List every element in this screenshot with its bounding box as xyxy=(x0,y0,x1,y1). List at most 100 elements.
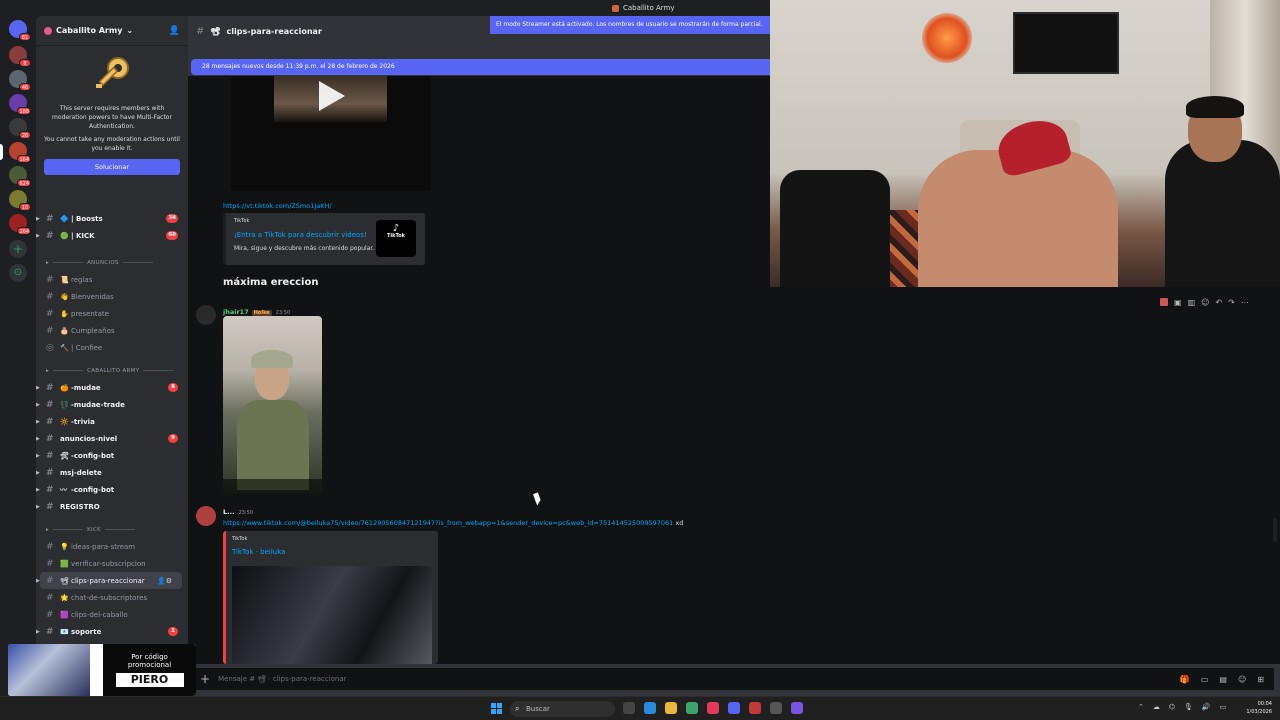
emoji-icon[interactable]: ☺ xyxy=(1238,675,1246,684)
message-link[interactable]: https://vt.tiktok.com/ZSmo1JaKH/ xyxy=(223,202,332,210)
horse-logo-sign xyxy=(922,13,972,63)
scrollbar[interactable] xyxy=(1273,518,1277,542)
message-link[interactable]: https://www.tiktok.com/@beiluka75/video/… xyxy=(223,519,673,527)
app-icon[interactable] xyxy=(707,702,719,714)
forward-icon[interactable]: ↷ xyxy=(1228,298,1235,307)
category-anuncios[interactable]: ▸ ANUNCIOS xyxy=(36,254,188,271)
battery-icon[interactable]: ▭ xyxy=(1220,703,1227,711)
category-kick[interactable]: ▸ KICK xyxy=(36,521,188,538)
server-icon[interactable]: 10 xyxy=(9,190,31,211)
message-composer[interactable]: + Mensaje # 📽 · clips-para-reaccionar 🎁 … xyxy=(194,668,1274,690)
music-note-icon: ♪ xyxy=(392,223,400,234)
category-caballito-army[interactable]: ▸ CABALLITO ARMY xyxy=(36,362,188,379)
badge: 46 xyxy=(19,83,31,91)
more-icon[interactable]: ⋯ xyxy=(1241,298,1249,307)
channel-cumpleanos[interactable]: # 🎂 Cumpleaños xyxy=(36,322,188,339)
channel-registro[interactable]: ▶ # REGISTRO xyxy=(36,498,188,515)
channel-bienvenidas[interactable]: # 👋 Bienvenidas xyxy=(36,288,188,305)
sticker-icon[interactable]: ▤ xyxy=(1219,675,1227,684)
channel-mudae[interactable]: ▶ # 🍊 -mudae 8 xyxy=(36,379,188,396)
server-icon[interactable]: 624 xyxy=(9,166,31,187)
channel-ideas[interactable]: # 💡 ideas-para-stream xyxy=(36,538,188,555)
channel-confiee[interactable]: ◎ 🔨 | Confiee xyxy=(36,339,188,356)
embed-title[interactable]: ¡Entra a TikTok para descubrir videos! xyxy=(234,231,367,239)
apps-icon[interactable]: ▥ xyxy=(1188,298,1196,307)
avatar[interactable] xyxy=(196,305,216,325)
add-member-icon[interactable]: 👤 xyxy=(169,26,180,36)
embed-provider: TikTok xyxy=(232,536,248,542)
server-icon[interactable]: 46 xyxy=(9,70,31,91)
username[interactable]: L... xyxy=(223,508,235,516)
volume-icon[interactable]: 🔊 xyxy=(1202,703,1211,711)
plus-icon[interactable]: + xyxy=(200,672,210,686)
channel-config-bot[interactable]: ▶ # 🛠 -config-bot xyxy=(36,447,188,464)
channel-trivia[interactable]: ▶ # 🔆 -trivia xyxy=(36,413,188,430)
app-icon[interactable] xyxy=(686,702,698,714)
reply-icon[interactable]: ↶ xyxy=(1215,298,1222,307)
timestamp: 23:50 xyxy=(238,510,253,516)
solucionar-button[interactable]: Solucionar xyxy=(44,159,180,175)
channel-clips-para-reaccionar[interactable]: ▶ # 📽 clips-para-reaccionar 👤⚙ xyxy=(36,572,182,589)
channel-msj-delete[interactable]: ▶ # msj-delete xyxy=(36,464,188,481)
server-icon[interactable]: 8 xyxy=(9,46,31,67)
avatar[interactable] xyxy=(196,506,216,526)
composer-placeholder[interactable]: Mensaje # 📽 · clips-para-reaccionar xyxy=(218,675,346,683)
channel-reglas[interactable]: # 📜 reglas xyxy=(36,271,188,288)
channel-anuncios-nivel[interactable]: ▶ # anuncios-nivel 9 xyxy=(36,430,188,447)
channel-chat-subs[interactable]: # 🌟 chat-de-subscriptores xyxy=(36,589,188,606)
username[interactable]: jhair17 xyxy=(223,308,249,316)
chevron-up-icon[interactable]: ⌃ xyxy=(1138,703,1144,711)
unread-badge: 9 xyxy=(168,434,178,443)
server-icon[interactable]: 264 xyxy=(9,214,31,235)
embed-title[interactable]: TikTok · beiluka xyxy=(232,548,285,556)
server-icon[interactable]: 164 xyxy=(9,142,31,163)
server-icon[interactable]: 26 xyxy=(9,118,31,139)
embed-image[interactable] xyxy=(232,566,432,664)
network-icon[interactable]: ⌬ xyxy=(1169,703,1175,711)
edge-icon[interactable] xyxy=(644,702,656,714)
channel-kick[interactable]: ▶ # 🟢 | KICK 60 xyxy=(36,227,188,244)
badge: 10 xyxy=(19,203,31,211)
reaction-icon[interactable] xyxy=(1160,298,1168,306)
gallery-icon[interactable]: ▣ xyxy=(1174,298,1182,307)
explorer-icon[interactable] xyxy=(665,702,677,714)
channel-mudae-trade[interactable]: ▶ # 💱 -mudae-trade xyxy=(36,396,188,413)
taskbar-apps xyxy=(623,702,803,714)
channel-clips-caballo[interactable]: # 🟪 clips-del-caballo xyxy=(36,606,188,623)
message-text: xd xyxy=(673,519,684,527)
discord-icon[interactable] xyxy=(728,702,740,714)
explore-icon[interactable]: ⊙ xyxy=(9,264,27,282)
play-icon[interactable] xyxy=(319,81,345,111)
shield-icon[interactable] xyxy=(749,702,761,714)
video-controls[interactable] xyxy=(223,479,322,493)
gift-icon[interactable]: 🎁 xyxy=(1180,675,1190,684)
server-icon[interactable]: 186 xyxy=(9,94,31,115)
app-icon[interactable] xyxy=(791,702,803,714)
channel-presentate[interactable]: # ✋ presentate xyxy=(36,305,188,322)
cloud-icon[interactable]: ☁ xyxy=(1153,703,1160,711)
person-2 xyxy=(1165,140,1280,287)
obs-icon[interactable] xyxy=(770,702,782,714)
emoji-icon[interactable]: ☺ xyxy=(1201,298,1209,307)
taskbar-search[interactable]: ⌕ Buscar xyxy=(510,701,615,717)
channel-boosts[interactable]: ▶ # 🔷 | Boosts 34 xyxy=(36,210,188,227)
server-header[interactable]: Caballito Army ⌄ 👤 xyxy=(36,16,188,46)
channel-config-bot-2[interactable]: ▶ # 〰 -config-bot xyxy=(36,481,188,498)
apps-icon[interactable]: ⊞ xyxy=(1257,675,1264,684)
home-button[interactable]: 81 xyxy=(9,20,31,41)
task-view-icon[interactable] xyxy=(623,702,635,714)
video-player[interactable] xyxy=(231,76,431,191)
gif-icon[interactable]: ▭ xyxy=(1201,675,1209,684)
server-rail: 81 8 46 186 26 164 624 10 264 + ⊙ xyxy=(0,16,36,696)
windows-start-icon[interactable] xyxy=(491,703,502,714)
mic-icon[interactable]: 🎙 xyxy=(1184,703,1193,711)
new-messages-bar[interactable]: 28 mensajes nuevos desde 11:39 p.m. el 2… xyxy=(191,59,770,75)
channel-verificar[interactable]: # 🟩 verificar-subscripcion xyxy=(36,555,188,572)
video-player[interactable] xyxy=(223,316,322,493)
add-server-icon[interactable]: + xyxy=(9,240,27,258)
clock[interactable]: 00:04 1/03/2026 xyxy=(1240,700,1272,716)
promo-line-1: Por código xyxy=(131,653,168,661)
channel-settings-icons[interactable]: 👤⚙ xyxy=(157,577,172,585)
channel-soporte[interactable]: ▶ # 📧 soporte 1 xyxy=(36,623,188,640)
chevron-down-icon: ⌄ xyxy=(126,26,134,35)
